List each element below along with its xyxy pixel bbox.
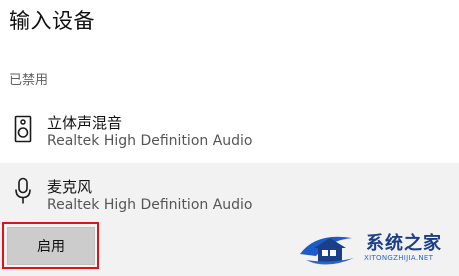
watermark-url: XITONGZHIJIA.NET [364,254,434,262]
device-description: Realtek High Definition Audio [47,197,253,213]
device-description: Realtek High Definition Audio [47,133,253,149]
sound-settings-page: { "section": { "title": "输入设备" }, "disab… [0,0,459,276]
enable-button[interactable]: 启用 [7,227,95,265]
device-item-stereo-mix[interactable]: 立体声混音 Realtek High Definition Audio [0,101,459,163]
device-name: 麦克风 [47,178,93,196]
watermark-text: 系统之家 [366,233,442,254]
disabled-group-label: 已禁用 [9,73,49,88]
house-logo-icon [300,236,354,265]
microphone-icon [15,177,31,204]
speaker-icon [14,115,32,143]
watermark: 系统之家 XITONGZHIJIA.NET [296,226,456,272]
device-name: 立体声混音 [47,114,123,132]
section-title: 输入设备 [9,9,95,33]
